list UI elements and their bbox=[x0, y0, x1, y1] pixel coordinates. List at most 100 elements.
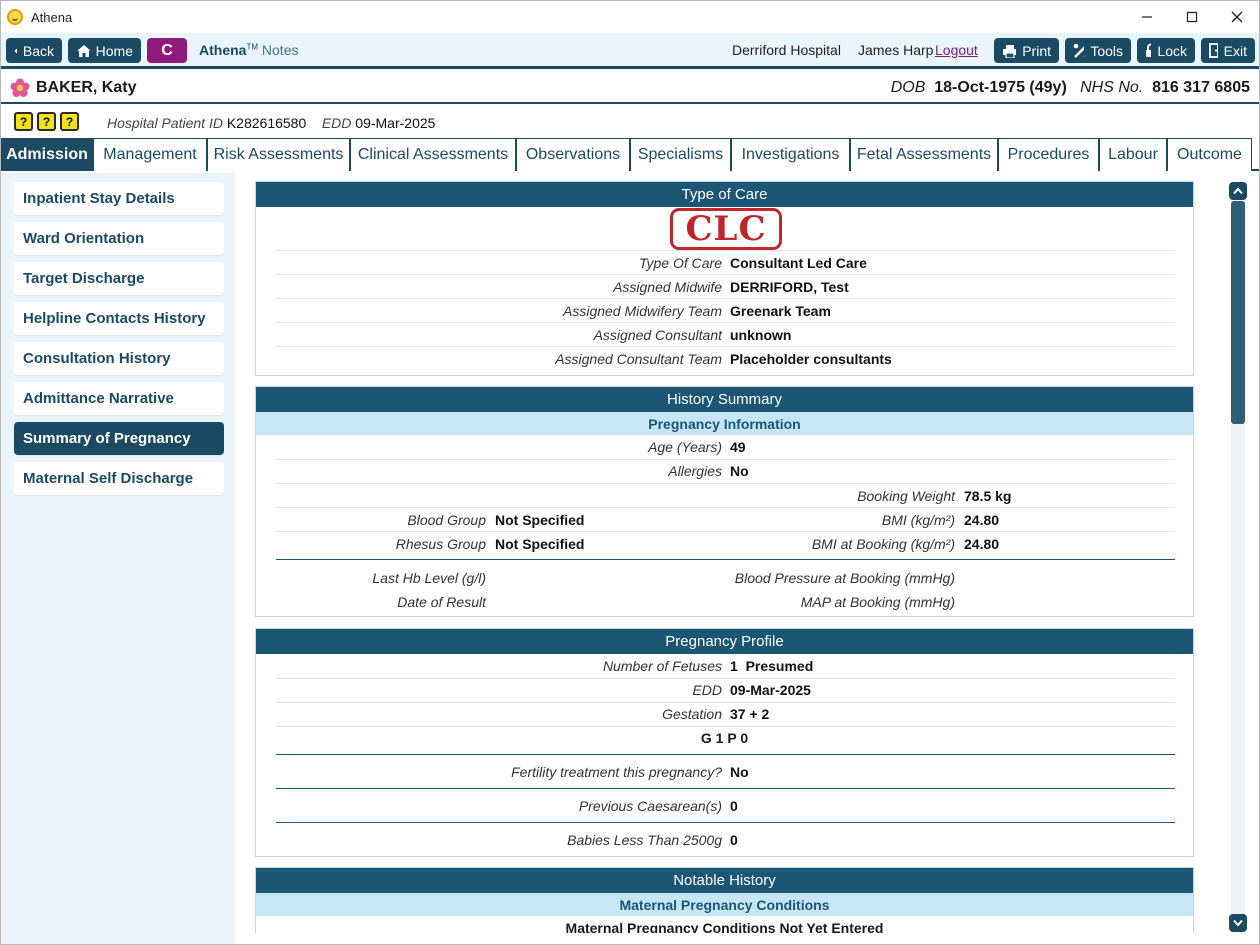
rhesus-group-value: Not Specified bbox=[495, 536, 585, 552]
help-alert-icon[interactable]: ? bbox=[60, 112, 79, 131]
athena-logo-icon bbox=[7, 9, 23, 25]
sidebar-item-target-discharge[interactable]: Target Discharge bbox=[14, 262, 224, 295]
tab-observations[interactable]: Observations bbox=[516, 138, 630, 171]
row-label: Assigned Consultant bbox=[593, 327, 722, 343]
tab-fetal-assessments[interactable]: Fetal Assessments bbox=[850, 138, 998, 171]
panel-header: Pregnancy Profile bbox=[256, 629, 1193, 654]
sidebar-item-helpline-contacts-history[interactable]: Helpline Contacts History bbox=[14, 302, 224, 335]
main-scrollbar[interactable] bbox=[1227, 173, 1259, 944]
row-value: 09-Mar-2025 bbox=[730, 682, 811, 698]
lock-button[interactable]: Lock bbox=[1137, 38, 1195, 63]
app-notes-text: Notes bbox=[261, 42, 299, 58]
sidebar-item-consultation-history[interactable]: Consultation History bbox=[14, 342, 224, 375]
edd-row: EDD 09-Mar-2025 bbox=[256, 678, 1193, 702]
sidebar-item-ward-orientation[interactable]: Ward Orientation bbox=[14, 222, 224, 255]
tab-management[interactable]: Management bbox=[93, 138, 207, 171]
row-value: 0 bbox=[730, 798, 738, 814]
section-separator bbox=[276, 788, 1175, 789]
edd-label: EDD bbox=[321, 115, 352, 131]
bmi-at-booking-value: 24.80 bbox=[964, 536, 1000, 552]
history-summary-panel: History Summary Pregnancy Information Ag… bbox=[255, 386, 1194, 617]
row-label: Assigned Midwifery Team bbox=[563, 303, 722, 319]
notable-history-panel: Notable History Maternal Pregnancy Condi… bbox=[255, 867, 1194, 933]
fertility-treatment-row: Fertility treatment this pregnancy? No bbox=[256, 760, 1193, 784]
assigned-consultant-team-row: Assigned Consultant Team Placeholder con… bbox=[256, 347, 1193, 371]
home-icon bbox=[77, 44, 90, 57]
sidebar-item-summary-of-pregnancy[interactable]: Summary of Pregnancy bbox=[14, 422, 224, 455]
app-trademark: TM bbox=[246, 42, 259, 52]
tab-procedures[interactable]: Procedures bbox=[998, 138, 1099, 171]
booking-weight-value: 78.5 kg bbox=[964, 488, 1012, 504]
sidebar-item-inpatient-stay-details[interactable]: Inpatient Stay Details bbox=[14, 182, 224, 215]
sidebar-item-maternal-self-discharge[interactable]: Maternal Self Discharge bbox=[14, 462, 224, 495]
map-at-booking-label: MAP at Booking (mmHg) bbox=[800, 594, 955, 610]
row-label: Number of Fetuses bbox=[602, 658, 722, 674]
tab-investigations[interactable]: Investigations bbox=[731, 138, 850, 171]
gravida-para-row: G 1 P 0 bbox=[256, 726, 1193, 750]
row-value: No bbox=[730, 764, 749, 780]
tools-label: Tools bbox=[1090, 42, 1123, 59]
tab-outcome[interactable]: Outcome bbox=[1167, 138, 1252, 171]
tab-admission[interactable]: Admission bbox=[1, 138, 93, 171]
toolbar: Back Home C AthenaTM Notes Derriford Hos… bbox=[1, 33, 1259, 69]
scroll-up-button[interactable] bbox=[1229, 182, 1247, 200]
tab-risk-assessments[interactable]: Risk Assessments bbox=[207, 138, 350, 171]
hospital-patient-id: Hospital Patient ID K282616580 EDD 09-Ma… bbox=[107, 115, 435, 131]
babies-less-than-2500g-row: Babies Less Than 2500g 0 bbox=[256, 828, 1193, 852]
bmi-label: BMI (kg/m²) bbox=[881, 512, 955, 528]
scroll-down-button[interactable] bbox=[1229, 914, 1247, 932]
lock-icon bbox=[1146, 43, 1152, 57]
panel-subheader: Pregnancy Information bbox=[256, 412, 1193, 435]
exit-button[interactable]: Exit bbox=[1201, 38, 1255, 63]
section-separator bbox=[276, 559, 1175, 560]
row-label: Age (Years) bbox=[648, 439, 722, 455]
number-of-fetuses-row: Number of Fetuses 1 Presumed bbox=[256, 654, 1193, 678]
tab-specialisms[interactable]: Specialisms bbox=[630, 138, 731, 171]
tab-labour[interactable]: Labour bbox=[1099, 138, 1167, 171]
sidebar-item-admittance-narrative[interactable]: Admittance Narrative bbox=[14, 382, 224, 415]
user-name: James Harp bbox=[858, 42, 934, 58]
pregnancy-profile-panel: Pregnancy Profile Number of Fetuses 1 Pr… bbox=[255, 628, 1194, 857]
row-label: Type Of Care bbox=[639, 255, 722, 271]
app-name: AthenaTM Notes bbox=[199, 42, 298, 58]
window-title: Athena bbox=[31, 9, 73, 25]
minimize-icon bbox=[1141, 16, 1152, 18]
title-bar: Athena bbox=[1, 1, 1259, 33]
scroll-track[interactable] bbox=[1231, 201, 1245, 916]
c-button[interactable]: C bbox=[147, 38, 187, 63]
close-button[interactable] bbox=[1214, 1, 1259, 33]
bmi-at-booking-label: BMI at Booking (kg/m²) bbox=[811, 536, 955, 552]
patient-identifiers: DOB 18-Oct-1975 (49y) NHS No. 816 317 68… bbox=[891, 79, 1250, 97]
maximize-button[interactable] bbox=[1169, 1, 1214, 33]
row-label: Gestation bbox=[662, 706, 722, 722]
logout-link[interactable]: Logout bbox=[935, 42, 978, 58]
maternal-conditions-note: Maternal Pregnancy Conditions Not Yet En… bbox=[565, 920, 884, 933]
gravida-para-value: G 1 P 0 bbox=[700, 730, 749, 746]
home-label: Home bbox=[95, 42, 133, 59]
help-icon[interactable]: ? bbox=[37, 112, 56, 131]
app-window: Athena Back Home C AthenaTM Notes Derrif… bbox=[0, 0, 1260, 945]
booking-weight-label: Booking Weight bbox=[857, 488, 955, 504]
tools-button[interactable]: Tools bbox=[1065, 38, 1131, 63]
row-separator bbox=[276, 483, 1175, 484]
patient-name: BAKER, Katy bbox=[36, 79, 137, 96]
age-row: Age (Years) 49 bbox=[256, 435, 1193, 459]
scroll-thumb[interactable] bbox=[1231, 201, 1245, 424]
minimize-button[interactable] bbox=[1124, 1, 1169, 33]
patient-sub-banner: ? ? ? Hospital Patient ID K282616580 EDD… bbox=[1, 106, 1259, 138]
home-button[interactable]: Home bbox=[68, 38, 141, 63]
row-value: 1 Presumed bbox=[730, 658, 813, 674]
tab-clinical-assessments[interactable]: Clinical Assessments bbox=[350, 138, 516, 171]
hospital-name: Derriford Hospital bbox=[732, 42, 841, 58]
alert-list-icon[interactable]: ? bbox=[14, 112, 33, 131]
back-button[interactable]: Back bbox=[6, 38, 62, 63]
nhs-label: NHS No. bbox=[1080, 79, 1144, 96]
row-value: Greenark Team bbox=[730, 303, 831, 319]
print-label: Print bbox=[1022, 42, 1051, 59]
window-controls bbox=[1124, 1, 1259, 33]
hpid-value: K282616580 bbox=[226, 115, 307, 131]
chevron-up-icon bbox=[1233, 187, 1243, 195]
exit-label: Exit bbox=[1223, 42, 1247, 59]
last-hb-level-label: Last Hb Level (g/l) bbox=[372, 570, 486, 586]
print-button[interactable]: Print bbox=[994, 38, 1059, 63]
